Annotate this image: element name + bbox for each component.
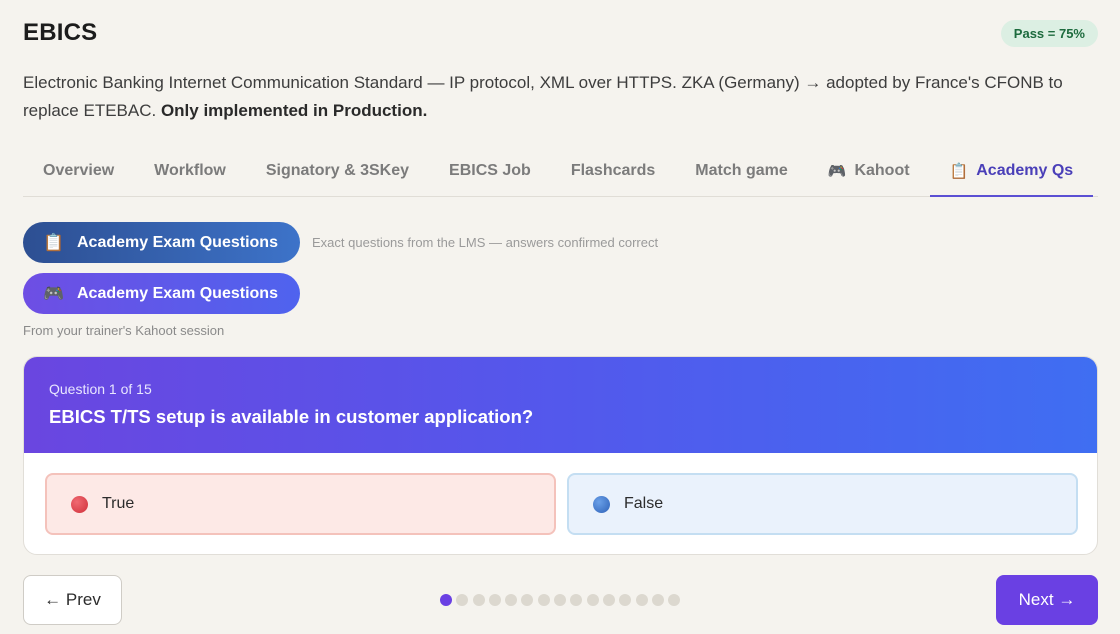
progress-dot[interactable] [472, 594, 485, 606]
progress-dot[interactable] [635, 594, 648, 606]
academy-exam-questions-button[interactable]: 📋 Academy Exam Questions [23, 222, 300, 263]
question-counter: Question 1 of 15 [49, 381, 152, 397]
tab-flashcards[interactable]: Flashcards [551, 146, 675, 196]
section-note: From your trainer's Kahoot session [23, 323, 225, 338]
progress-dot[interactable] [488, 594, 501, 606]
tab-signatory-3skey[interactable]: Signatory & 3SKey [246, 146, 429, 196]
tab-label: Match game [695, 162, 788, 179]
question-text: EBICS T/TS setup is available in custome… [49, 406, 534, 427]
intro-bold-note: Only implemented in Production. [160, 101, 428, 120]
answer-label: False [624, 495, 664, 512]
tab-ebics-job[interactable]: EBICS Job [429, 146, 551, 196]
progress-dots [440, 594, 681, 606]
tab-match-game[interactable]: Match game [675, 146, 807, 196]
progress-dot[interactable] [586, 594, 599, 606]
answer-false-option[interactable]: False [567, 473, 1078, 535]
red-dot-icon [71, 495, 88, 513]
question-header: Question 1 of 15 EBICS T/TS setup is ava… [24, 357, 1097, 453]
clipboard-icon: 📋 [43, 232, 65, 252]
section-label: Academy Exam Questions [77, 233, 278, 251]
progress-dot[interactable] [456, 594, 469, 606]
tab-label: Overview [43, 162, 115, 179]
tab-label: Kahoot [854, 162, 910, 179]
pass-badge: Pass = 75% [1000, 20, 1098, 47]
progress-dot[interactable] [602, 594, 615, 606]
tab-label: EBICS Job [449, 162, 531, 179]
progress-dot[interactable] [651, 594, 664, 606]
clipboard-icon: 📋 [949, 163, 969, 180]
answer-label: True [102, 495, 135, 512]
prev-button[interactable]: ← Prev [23, 575, 122, 625]
progress-dot[interactable] [570, 594, 583, 606]
next-button[interactable]: Next → [996, 575, 1098, 625]
progress-dot[interactable] [668, 594, 681, 606]
progress-dot[interactable] [505, 594, 518, 606]
question-card: Question 1 of 15 EBICS T/TS setup is ava… [23, 356, 1098, 555]
section-note: Exact questions from the LMS — answers c… [312, 235, 659, 250]
gamepad-icon: 🎮 [43, 283, 65, 303]
page-title: EBICS [23, 19, 98, 46]
tab-label: Academy Qs [976, 162, 1074, 179]
tab-label: Workflow [154, 162, 226, 179]
tab-overview[interactable]: Overview [23, 146, 134, 196]
intro-text: Electronic Banking Internet Communicatio… [23, 69, 1093, 125]
tab-academy-qs[interactable]: 📋 Academy Qs [929, 146, 1094, 197]
progress-dot[interactable] [554, 594, 567, 606]
progress-dot[interactable] [521, 594, 534, 606]
gamepad-icon: 🎮 [827, 163, 847, 180]
tab-workflow[interactable]: Workflow [134, 146, 246, 196]
progress-dot[interactable] [619, 594, 632, 606]
answer-true-option[interactable]: True [45, 473, 556, 535]
section-label: Academy Exam Questions [77, 284, 278, 302]
blue-dot-icon [593, 495, 610, 513]
progress-dot[interactable] [537, 594, 550, 606]
tab-label: Signatory & 3SKey [265, 162, 410, 179]
tab-kahoot[interactable]: 🎮 Kahoot [808, 146, 930, 196]
kahoot-exam-questions-button[interactable]: 🎮 Academy Exam Questions [23, 273, 300, 314]
tab-bar: Overview Workflow Signatory & 3SKey EBIC… [23, 146, 1098, 197]
tab-label: Flashcards [570, 162, 656, 179]
page: EBICS Pass = 75% Electronic Banking Inte… [0, 0, 1120, 634]
progress-dot[interactable] [440, 594, 452, 606]
